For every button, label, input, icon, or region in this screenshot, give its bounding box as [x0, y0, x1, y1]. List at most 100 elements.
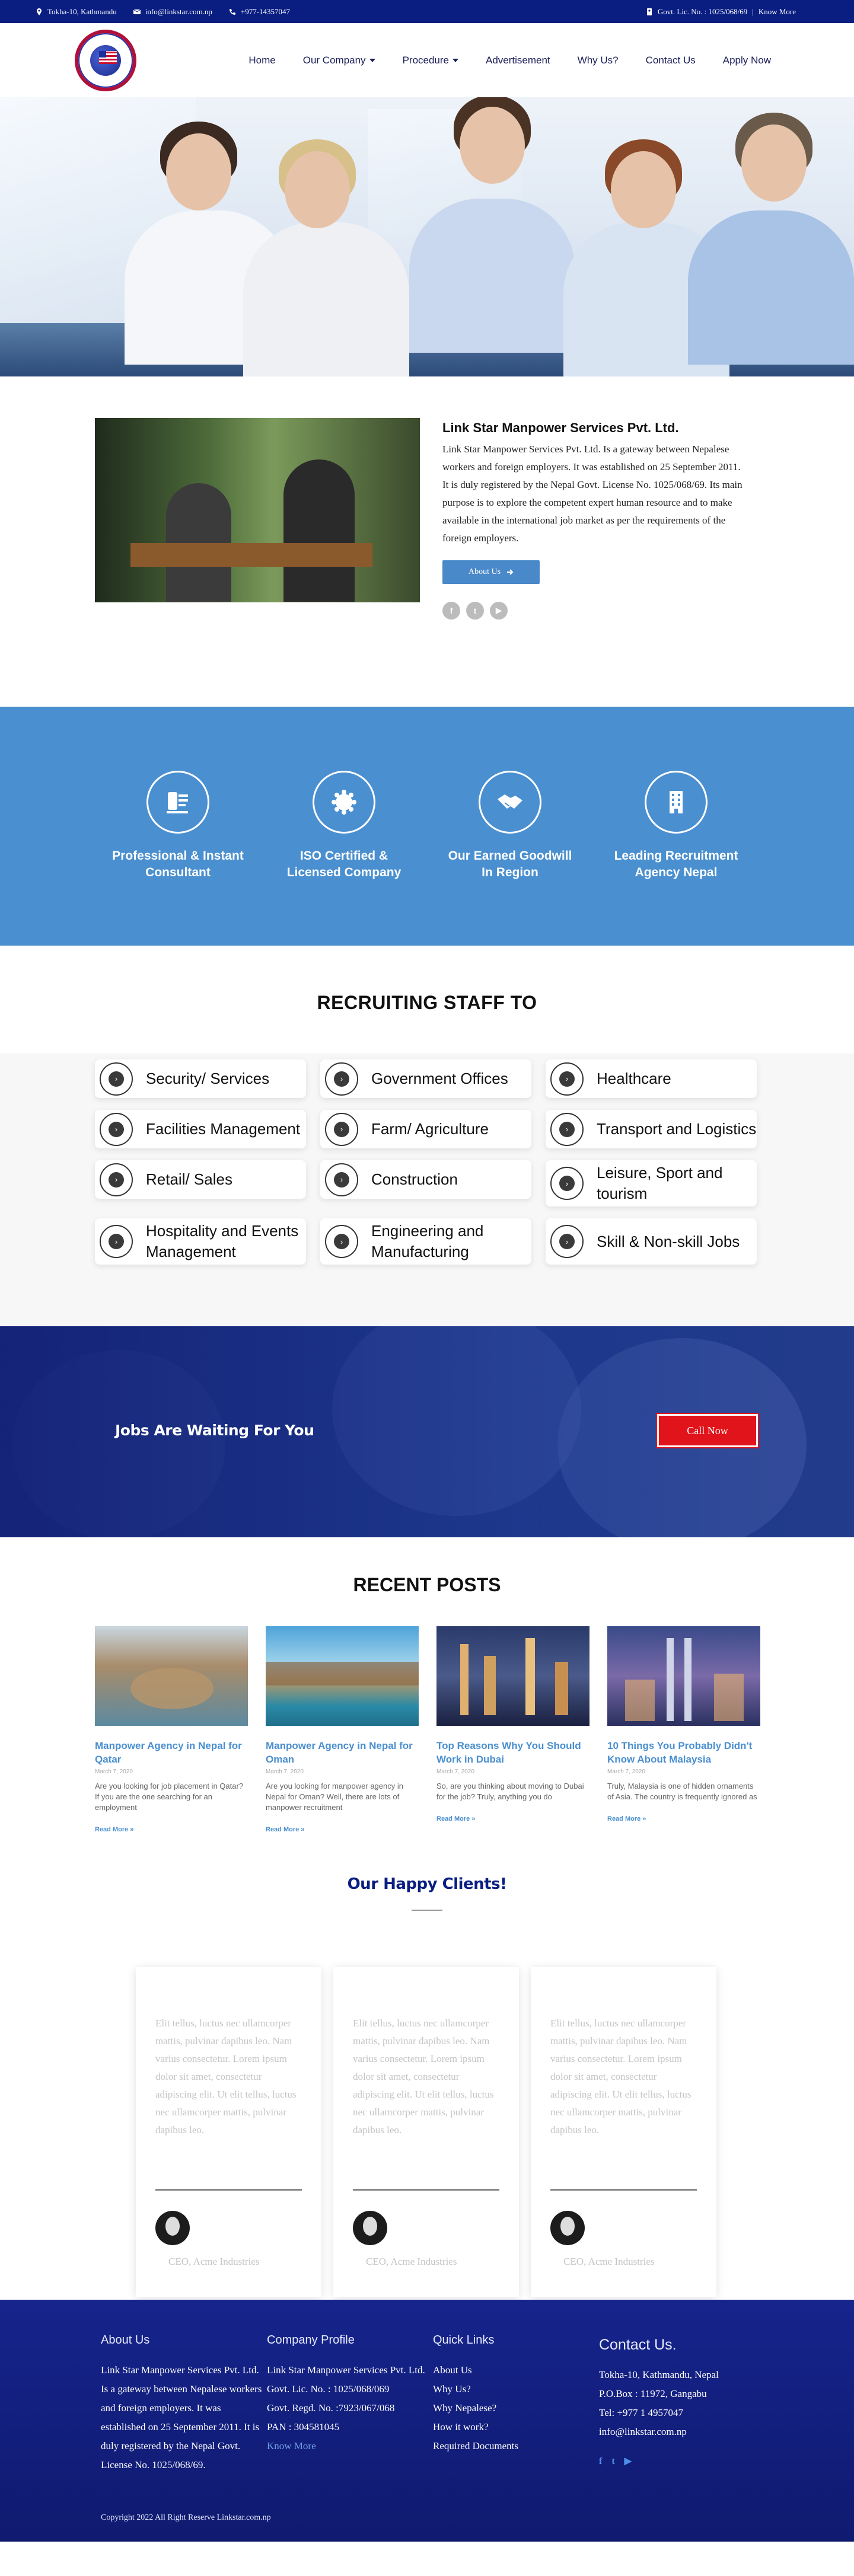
email-text: info@linkstar.com.np	[145, 7, 212, 16]
recruiting-card[interactable]: › Hospitality and Events Management	[95, 1218, 306, 1265]
read-more-link[interactable]: Read More »	[266, 1826, 419, 1833]
hero-banner-image	[0, 97, 854, 376]
recruiting-card[interactable]: › Security/ Services	[95, 1059, 306, 1098]
recruiting-card[interactable]: › Government Offices	[320, 1059, 531, 1098]
recruiting-label: Construction	[371, 1170, 458, 1188]
footer-link-about[interactable]: About Us	[433, 2361, 599, 2380]
facebook-icon[interactable]: f	[442, 602, 460, 620]
certificate-icon	[313, 771, 375, 834]
feature-label: Leading Recruitment Agency Nepal	[614, 849, 738, 879]
post-title[interactable]: Top Reasons Why You Should Work in Dubai	[436, 1739, 589, 1766]
testimonials-list: Elit tellus, luctus nec ullamcorper matt…	[0, 1967, 854, 2300]
know-more-link[interactable]: Know More	[759, 7, 796, 17]
recruiting-label: Transport and Logistics	[597, 1120, 757, 1138]
youtube-icon[interactable]: ▶	[490, 602, 508, 620]
footer-link-why-nepalese[interactable]: Why Nepalese?	[433, 2399, 599, 2418]
recruiting-grid: › Security/ Services › Government Offices …	[95, 1059, 854, 1265]
footer-link-why-us[interactable]: Why Us?	[433, 2380, 599, 2399]
post-date: March 7, 2020	[266, 1769, 304, 1775]
read-more-link[interactable]: Read More »	[436, 1815, 589, 1822]
about-text-block: Link Star Manpower Services Pvt. Ltd. Li…	[442, 418, 746, 707]
hero-person	[682, 104, 854, 365]
recruiting-card[interactable]: › Transport and Logistics	[546, 1110, 757, 1148]
recent-posts-list: Manpower Agency in Nepal for Qatar March…	[0, 1626, 854, 1875]
recruiting-label: Farm/ Agriculture	[371, 1120, 489, 1138]
recruiting-section: › Security/ Services › Government Offices …	[0, 1054, 854, 1326]
post-image-dubai[interactable]	[436, 1626, 589, 1726]
jobs-cta-banner: Jobs Are Waiting For You Call Now	[0, 1326, 854, 1537]
footer-profile-line: Link Star Manpower Services Pvt. Ltd.	[267, 2364, 425, 2376]
testimonial-card: Elit tellus, luctus nec ullamcorper matt…	[333, 1967, 519, 2297]
arrow-circle-icon: ›	[550, 1167, 584, 1200]
post-image-oman[interactable]	[266, 1626, 419, 1726]
about-section: Link Star Manpower Services Pvt. Ltd. Li…	[0, 376, 854, 707]
nav-contact-us[interactable]: Contact Us	[646, 55, 696, 66]
nav-home[interactable]: Home	[248, 55, 275, 66]
youtube-icon[interactable]: ▶	[624, 2452, 632, 2471]
call-now-button[interactable]: Call Now	[657, 1414, 758, 1447]
post-title[interactable]: Manpower Agency in Nepal for Qatar	[95, 1739, 248, 1766]
recruiting-card[interactable]: › Farm/ Agriculture	[320, 1110, 531, 1148]
post-excerpt: Are you looking for job placement in Qat…	[95, 1782, 244, 1812]
nav-advertisement[interactable]: Advertisement	[486, 55, 550, 66]
post-title[interactable]: Manpower Agency in Nepal for Oman	[266, 1739, 419, 1766]
read-more-link[interactable]: Read More »	[607, 1815, 760, 1822]
post-image-malaysia[interactable]	[607, 1626, 760, 1726]
nav-our-company[interactable]: Our Company	[303, 55, 375, 66]
license-separator: |	[752, 7, 754, 16]
nav-procedure[interactable]: Procedure	[403, 55, 458, 66]
arrow-circle-icon: ›	[325, 1112, 358, 1146]
copyright-text: Copyright 2022 All Right Reserve Linksta…	[101, 2513, 271, 2522]
recruiting-label: Skill & Non-skill Jobs	[597, 1232, 740, 1250]
arrow-circle-icon: ›	[550, 1225, 584, 1258]
testimonial-divider	[353, 2189, 499, 2191]
about-us-button[interactable]: About Us	[442, 560, 540, 584]
feature-item: Leading Recruitment Agency Nepal	[608, 771, 744, 946]
nav-apply-now[interactable]: Apply Now	[723, 55, 771, 66]
recent-posts-header: RECENT POSTS	[0, 1537, 854, 1626]
arrow-circle-icon: ›	[100, 1112, 133, 1146]
facebook-icon[interactable]: f	[599, 2452, 602, 2471]
top-bar-email[interactable]: info@linkstar.com.np	[133, 7, 212, 17]
recruiting-card[interactable]: › Retail/ Sales	[95, 1160, 306, 1199]
avatar	[353, 2211, 387, 2245]
footer-link-how-it-work[interactable]: How it work?	[433, 2418, 599, 2437]
footer-link-required-documents[interactable]: Required Documents	[433, 2437, 599, 2456]
recruiting-card[interactable]: › Skill & Non-skill Jobs	[546, 1218, 757, 1265]
footer-contact-line: Tokha-10, Kathmandu, Nepal	[599, 2369, 719, 2380]
top-bar-phone[interactable]: +977-14357047	[229, 7, 290, 17]
read-more-link[interactable]: Read More »	[95, 1826, 248, 1833]
footer-about-text: Link Star Manpower Services Pvt. Ltd. Is…	[101, 2364, 262, 2470]
recruiting-label: Engineering and Manufacturing	[371, 1222, 484, 1260]
recruiting-card[interactable]: › Leisure, Sport and tourism	[546, 1160, 757, 1206]
testimonial-quote: Elit tellus, luctus nec ullamcorper matt…	[155, 2018, 297, 2136]
address-text: Tokha-10, Kathmandu	[47, 7, 117, 16]
footer-contact-line: info@linkstar.com.np	[599, 2426, 687, 2437]
recent-posts-title: RECENT POSTS	[353, 1573, 501, 1595]
about-title: Link Star Manpower Services Pvt. Ltd.	[442, 420, 679, 435]
recruiting-card[interactable]: › Healthcare	[546, 1059, 757, 1098]
recruiting-card[interactable]: › Construction	[320, 1160, 531, 1199]
post-title[interactable]: 10 Things You Probably Didn't Know About…	[607, 1739, 760, 1766]
footer-social-links: f t ▶	[599, 2452, 777, 2471]
site-footer: About Us Link Star Manpower Services Pvt…	[0, 2300, 854, 2542]
footer-about-title: About Us	[101, 2334, 150, 2347]
post-image-qatar[interactable]	[95, 1626, 248, 1726]
about-meeting-image	[95, 418, 420, 602]
footer-know-more-link[interactable]: Know More	[267, 2437, 433, 2456]
twitter-icon[interactable]: t	[611, 2452, 614, 2471]
recruiting-label: Leisure, Sport and tourism	[597, 1164, 723, 1202]
testimonial-divider	[155, 2189, 302, 2191]
twitter-icon[interactable]: t	[466, 602, 484, 620]
footer-profile-line: PAN : 304581045	[267, 2421, 340, 2433]
avatar	[550, 2211, 585, 2245]
recruiting-header: RECRUITING STAFF TO	[0, 946, 854, 1054]
nav-why-us[interactable]: Why Us?	[578, 55, 619, 66]
consultant-icon	[146, 771, 209, 834]
recruiting-card[interactable]: › Engineering and Manufacturing	[320, 1218, 531, 1265]
post-date: March 7, 2020	[436, 1769, 474, 1775]
footer-profile-line: Govt. Regd. No. :7923/067/068	[267, 2402, 395, 2414]
company-logo[interactable]	[75, 29, 136, 91]
recruiting-card[interactable]: › Facilities Management	[95, 1110, 306, 1148]
feature-item: ISO Certified & Licensed Company	[276, 771, 412, 946]
